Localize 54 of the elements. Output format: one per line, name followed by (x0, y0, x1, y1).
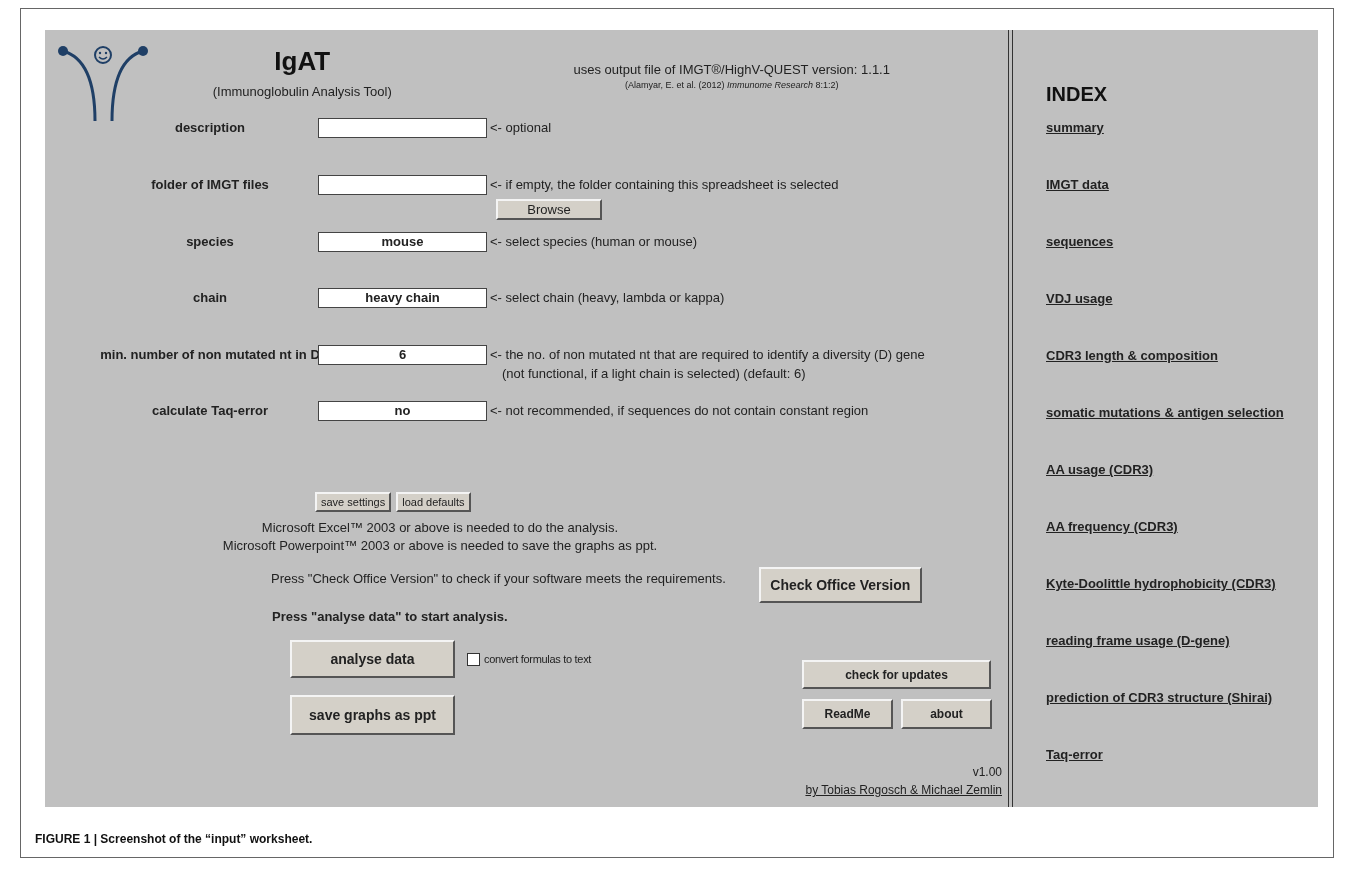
save-graphs-button[interactable]: save graphs as ppt (290, 695, 455, 735)
citation-text: (Alamyar, E. et al. (2012) Immunome Research 8:1:2) (624, 79, 839, 91)
index-heading: INDEX (1046, 82, 1109, 106)
office-check-text: Press "Check Office Version" to check if your software meets the requirements. (271, 571, 726, 587)
app-title: IgAT (274, 45, 331, 77)
analyse-data-button[interactable]: analyse data (290, 640, 455, 678)
checkbox[interactable] (467, 652, 480, 666)
index-link[interactable]: CDR3 length & composition (1046, 348, 1218, 364)
setting-label: calculate Taq-error (151, 402, 269, 421)
browse-button[interactable]: Browse (496, 199, 602, 220)
y-shape-logo-icon (56, 44, 149, 122)
index-link[interactable]: AA frequency (CDR3) (1046, 519, 1178, 535)
index-link[interactable]: prediction of CDR3 structure (Shirai) (1046, 690, 1273, 706)
index-link[interactable]: reading frame usage (D-gene) (1046, 633, 1230, 649)
version-note: uses output file of IMGT®/HighV-QUEST version: 1.1.1 (573, 61, 890, 79)
hint-text: <- select chain (heavy, lambda or kappa) (490, 289, 725, 307)
check-updates-button[interactable]: check for updates (802, 660, 991, 689)
analyse-instruction: Press "analyse data" to start analysis. (272, 609, 509, 625)
hint-text: <- optional (490, 119, 552, 137)
hint-text: (not functional, if a light chain is selected) (default: 6) (502, 365, 807, 383)
hint-text: <- the no. of non mutated nt that are required to identify a diversity (D) gene (490, 346, 925, 364)
requirement-text: Microsoft Powerpoint™ 2003 or above is needed to save the graphs as ppt. (222, 537, 658, 555)
about-button[interactable]: about (901, 699, 992, 729)
index-link[interactable]: somatic mutations & antigen selection (1046, 405, 1284, 421)
input-field[interactable]: mouse (318, 232, 487, 252)
hint-text: <- not recommended, if sequences do not contain constant region (490, 402, 869, 420)
input-field[interactable] (318, 175, 487, 195)
credits-link[interactable]: by Tobias Rogosch & Michael Zemlin (805, 782, 1002, 798)
setting-label: chain (193, 289, 227, 308)
setting-label: species (186, 233, 234, 252)
settings-button[interactable]: load defaults (396, 492, 471, 512)
index-link[interactable]: Kyte-Doolittle hydrophobicity (CDR3) (1046, 576, 1276, 592)
input-field[interactable]: 6 (318, 345, 487, 365)
setting-label: description (174, 119, 246, 138)
setting-label: folder of IMGT files (151, 176, 269, 195)
check-office-version-button[interactable]: Check Office Version (758, 567, 922, 603)
requirement-text: Microsoft Excel™ 2003 or above is needed to do the analysis. (261, 519, 619, 537)
input-field[interactable]: heavy chain (318, 288, 487, 308)
figure-caption: FIGURE 1 | Screenshot of the “input” worksheet. (35, 831, 314, 848)
settings-button[interactable]: save settings (315, 492, 392, 512)
checkbox-label: convert formulas to text (484, 651, 592, 667)
hint-text: <- if empty, the folder containing this spreadsheet is selected (490, 176, 839, 194)
index-link[interactable]: summary (1046, 120, 1104, 136)
app-subtitle: (Immunoglobulin Analysis Tool) (212, 83, 392, 101)
index-link[interactable]: VDJ usage (1046, 291, 1113, 307)
input-field[interactable]: no (318, 401, 487, 421)
input-field[interactable] (318, 118, 487, 138)
index-link[interactable]: IMGT data (1046, 177, 1109, 193)
hint-text: <- select species (human or mouse) (490, 233, 697, 251)
version-label: v1.00 (972, 764, 1002, 780)
index-link[interactable]: Taq-error (1046, 747, 1103, 763)
index-link[interactable]: sequences (1046, 234, 1114, 250)
readme-button[interactable]: ReadMe (802, 699, 893, 729)
index-link[interactable]: AA usage (CDR3) (1046, 462, 1154, 478)
